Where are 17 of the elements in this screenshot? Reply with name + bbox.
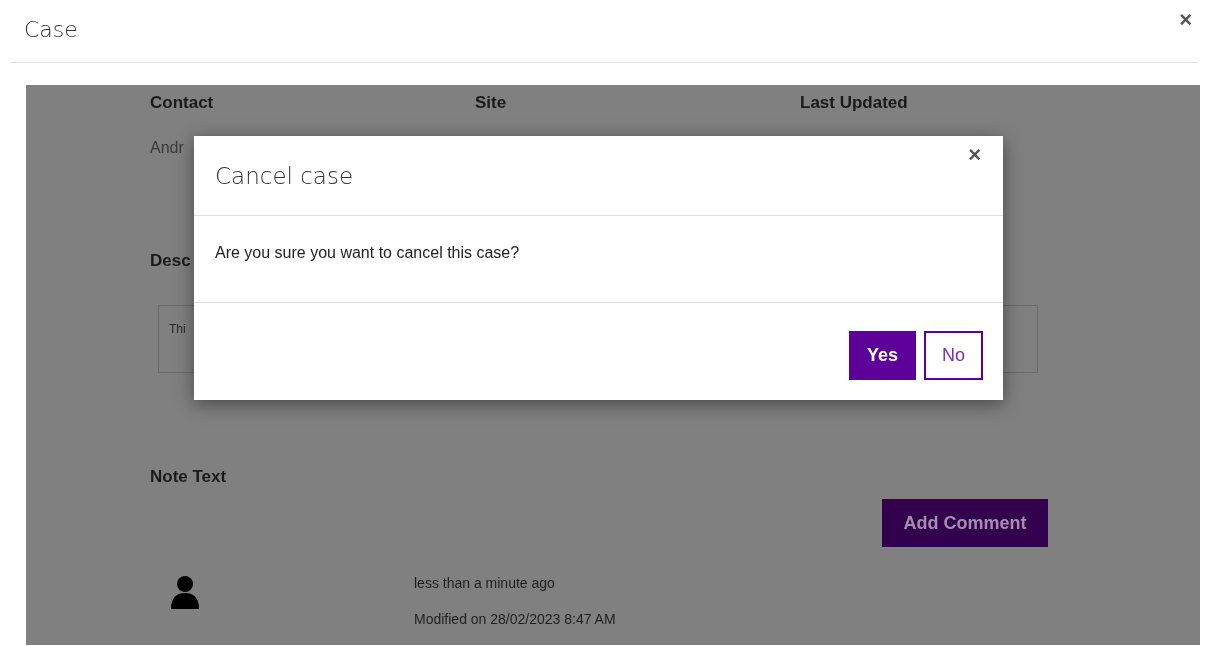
modified-date: Modified on 28/02/2023 8:47 AM	[414, 611, 616, 627]
yes-button[interactable]: Yes	[848, 331, 916, 380]
field-label: Site	[475, 93, 507, 112]
section-label: Desc	[150, 251, 191, 271]
person-icon	[170, 575, 200, 609]
close-button[interactable]: ×	[1179, 7, 1198, 33]
close-button[interactable]: ×	[968, 141, 981, 168]
dialog-message: Are you sure you want to cancel this case?	[215, 244, 520, 261]
window-title: Case	[24, 16, 78, 42]
dialog-title: Cancel case	[215, 162, 354, 189]
section-label: Note Text	[150, 467, 227, 487]
field-label: Contact	[150, 93, 214, 112]
field-value: Andr	[150, 139, 184, 157]
field-label: Last Updated	[800, 93, 908, 112]
add-comment-button[interactable]: Add Comment	[882, 499, 1048, 547]
no-button[interactable]: No	[924, 331, 983, 380]
comment-time: less than a minute ago	[414, 575, 556, 591]
